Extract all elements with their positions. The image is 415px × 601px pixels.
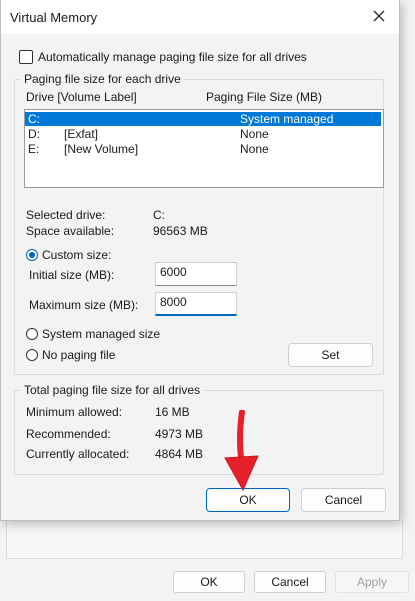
space-available-value: 96563 MB: [153, 224, 208, 238]
column-header-size[interactable]: Paging File Size (MB): [206, 90, 322, 104]
drive-letter: C:: [28, 112, 40, 126]
initial-size-label: Initial size (MB):: [29, 268, 115, 282]
drive-volume-label: [New Volume]: [64, 142, 139, 156]
dialog-title: Virtual Memory: [10, 10, 98, 25]
drive-volume-label: [Exfat]: [64, 127, 99, 141]
drive-row-d[interactable]: D: [Exfat] None: [25, 127, 381, 141]
system-managed-option[interactable]: System managed size: [26, 327, 160, 341]
drive-letter: E:: [28, 142, 40, 156]
no-paging-label: No paging file: [42, 348, 116, 362]
set-button[interactable]: Set: [288, 343, 373, 367]
custom-size-option[interactable]: Custom size:: [26, 248, 111, 262]
parent-ok-button[interactable]: OK: [173, 571, 245, 593]
arrow-down-icon: [224, 410, 259, 492]
system-managed-label: System managed size: [42, 327, 161, 341]
parent-cancel-button[interactable]: Cancel: [254, 571, 326, 593]
drive-paging-size: None: [240, 142, 269, 156]
auto-manage-label: Automatically manage paging file size fo…: [38, 50, 307, 64]
cancel-button[interactable]: Cancel: [301, 488, 386, 512]
parent-groupbox: [6, 520, 403, 559]
drive-paging-size: System managed: [240, 112, 334, 126]
drive-row-e[interactable]: E: [New Volume] None: [25, 142, 381, 156]
drive-list[interactable]: C: System managed D: [Exfat] None E: [Ne…: [24, 109, 384, 188]
totals-group-title: Total paging file size for all drives: [21, 383, 204, 397]
system-managed-radio[interactable]: [26, 328, 38, 340]
custom-size-radio[interactable]: [26, 249, 38, 261]
parent-apply-button: Apply: [335, 571, 409, 593]
title-bar: Virtual Memory: [1, 0, 399, 34]
selected-drive-value: C:: [153, 208, 165, 222]
maximum-size-label: Maximum size (MB):: [29, 298, 139, 312]
drive-paging-size: None: [240, 127, 269, 141]
currently-allocated-label: Currently allocated:: [26, 447, 130, 461]
initial-size-input[interactable]: 6000: [155, 262, 237, 286]
currently-allocated-value: 4864 MB: [155, 447, 204, 461]
auto-manage-checkbox[interactable]: [19, 50, 33, 64]
per-drive-group-title: Paging file size for each drive: [21, 72, 184, 86]
recommended-label: Recommended:: [26, 427, 111, 441]
space-available-label: Space available:: [26, 224, 115, 238]
custom-size-label: Custom size:: [42, 248, 112, 262]
recommended-value: 4973 MB: [155, 427, 204, 441]
minimum-allowed-value: 16 MB: [155, 405, 190, 419]
minimum-allowed-label: Minimum allowed:: [26, 405, 123, 419]
drive-letter: D:: [28, 127, 40, 141]
maximum-size-input[interactable]: 8000: [155, 292, 237, 316]
drive-row-c[interactable]: C: System managed: [25, 112, 381, 126]
column-header-drive[interactable]: Drive [Volume Label]: [26, 90, 137, 104]
no-paging-option[interactable]: No paging file: [26, 348, 115, 362]
virtual-memory-dialog: Virtual Memory Automatically manage pagi…: [0, 0, 400, 521]
selected-drive-label: Selected drive:: [26, 208, 106, 222]
close-icon[interactable]: [371, 8, 387, 24]
auto-manage-checkbox-row[interactable]: Automatically manage paging file size fo…: [19, 50, 307, 64]
no-paging-radio[interactable]: [26, 349, 38, 361]
